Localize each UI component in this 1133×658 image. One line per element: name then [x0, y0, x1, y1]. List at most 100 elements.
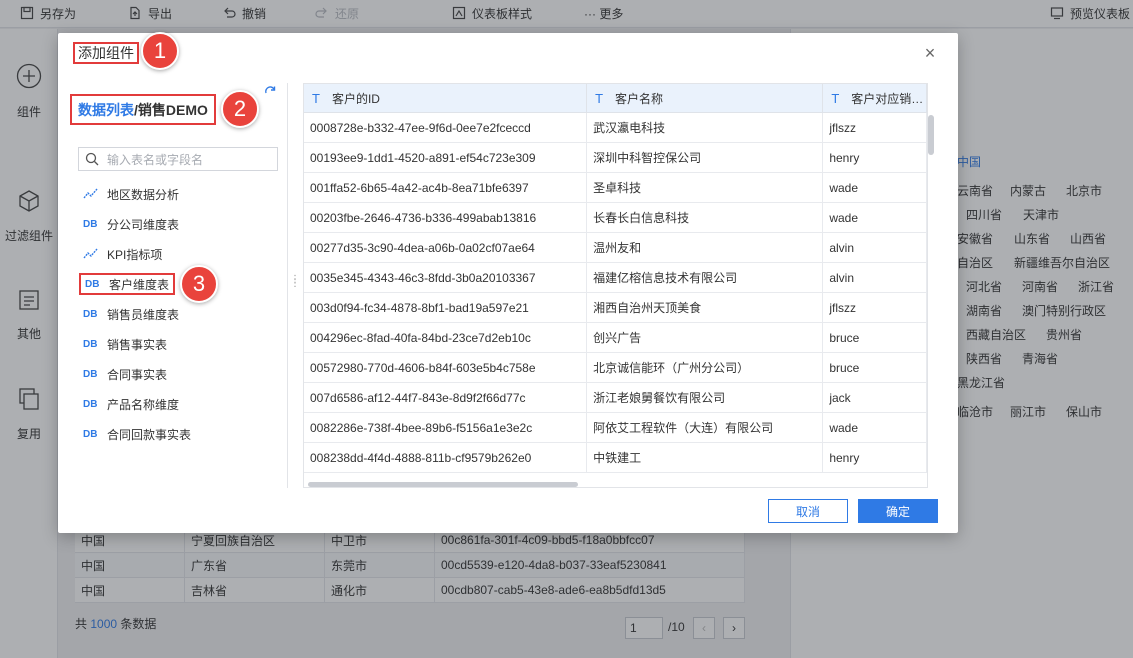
breadcrumb-current: /销售DEMO — [134, 101, 208, 118]
breadcrumb-data-list-link[interactable]: 数据列表 — [78, 100, 134, 120]
dataset-breadcrumb: 数据列表/销售DEMO — [70, 94, 216, 125]
close-icon: × — [924, 42, 936, 63]
table-cell: 00572980-770d-4606-b84f-603e5b4c758e — [304, 353, 588, 382]
table-cell: bruce — [823, 353, 927, 382]
table-row[interactable]: 003d0f94-fc34-4878-8bf1-bad19a597e21 湘西自治… — [304, 293, 927, 323]
text-field-icon: T — [312, 90, 320, 106]
table-row[interactable]: 0082286e-738f-4bee-89b6-f5156a1e3e2c 阿依艾工… — [304, 413, 927, 443]
table-cell: 创兴广告 — [587, 323, 824, 352]
line-chart-icon — [83, 188, 98, 199]
database-table-icon: DB — [83, 368, 98, 380]
step-badge-3: 3 — [180, 265, 218, 303]
database-table-icon: DB — [83, 218, 98, 230]
horizontal-scrollbar[interactable] — [308, 482, 578, 487]
table-cell: 008238dd-4f4d-4888-811b-cf9579b262e0 — [304, 443, 588, 472]
table-cell: 福建亿榕信息技术有限公司 — [587, 263, 824, 292]
tree-item-label: 合同回款事实表 — [107, 427, 192, 442]
table-cell: jack — [823, 383, 927, 412]
table-row[interactable]: 00572980-770d-4606-b84f-603e5b4c758e 北京诚信… — [304, 353, 927, 383]
tree-item-table[interactable]: KPI指标项 — [83, 243, 162, 265]
table-row[interactable]: 00203fbe-2646-4736-b336-499abab13816 长春长白… — [304, 203, 927, 233]
column-header-label: 客户名称 — [615, 91, 664, 106]
table-cell: 中铁建工 — [587, 443, 824, 472]
table-cell: 0035e345-4343-46c3-8fdd-3b0a20103367 — [304, 263, 588, 292]
step-badge-1: 1 — [141, 32, 179, 70]
tree-item-label: 地区数据分析 — [107, 187, 180, 202]
panel-divider — [287, 83, 288, 488]
table-cell: 00277d35-3c90-4dea-a06b-0a02cf07ae64 — [304, 233, 588, 262]
table-cell: 0082286e-738f-4bee-89b6-f5156a1e3e2c — [304, 413, 588, 442]
tree-item-label: 销售员维度表 — [107, 307, 180, 322]
tree-item-table[interactable]: DB 合同事实表 — [83, 363, 167, 385]
column-header[interactable]: T 客户对应销… — [823, 84, 927, 112]
table-cell: alvin — [823, 233, 927, 262]
text-field-icon: T — [595, 90, 604, 106]
tree-item-table[interactable]: DB 分公司维度表 — [83, 213, 179, 235]
search-icon — [85, 152, 99, 166]
tree-item-label: 产品名称维度 — [107, 397, 180, 412]
tree-item-table[interactable]: 地区数据分析 — [83, 183, 179, 205]
table-cell: 0008728e-b332-47ee-9f6d-0ee7e2fceccd — [304, 113, 588, 142]
table-cell: henry — [823, 443, 927, 472]
tree-item-table[interactable]: DB 客户维度表 — [79, 273, 176, 295]
tree-item-label: 合同事实表 — [107, 367, 168, 382]
table-cell: 阿依艾工程软件（大连）有限公司 — [587, 413, 824, 442]
database-table-icon: DB — [83, 428, 98, 440]
tree-item-label: KPI指标项 — [107, 247, 163, 262]
column-header[interactable]: T 客户名称 — [587, 84, 824, 112]
grid-body: 0008728e-b332-47ee-9f6d-0ee7e2fceccd 武汉瀛电… — [304, 113, 927, 473]
table-cell: 武汉瀛电科技 — [587, 113, 824, 142]
table-cell: alvin — [823, 263, 927, 292]
search-placeholder: 输入表名或字段名 — [107, 152, 204, 167]
drag-handle-icon[interactable]: ⋮ ⋮ — [290, 275, 300, 292]
table-row[interactable]: 00277d35-3c90-4dea-a06b-0a02cf07ae64 温州友和… — [304, 233, 927, 263]
table-cell: jflszz — [823, 113, 927, 142]
table-search-input[interactable]: 输入表名或字段名 — [78, 147, 278, 171]
table-cell: bruce — [823, 323, 927, 352]
table-cell: 001ffa52-6b65-4a42-ac4b-8ea71bfe6397 — [304, 173, 588, 202]
table-row[interactable]: 004296ec-8fad-40fa-84bd-23ce7d2eb10c 创兴广告… — [304, 323, 927, 353]
database-table-icon: DB — [83, 398, 98, 410]
table-row[interactable]: 001ffa52-6b65-4a42-ac4b-8ea71bfe6397 圣卓科技… — [304, 173, 927, 203]
table-cell: wade — [823, 203, 927, 232]
close-button[interactable]: × — [920, 43, 940, 63]
table-row[interactable]: 0035e345-4343-46c3-8fdd-3b0a20103367 福建亿榕… — [304, 263, 927, 293]
column-header-label: 客户对应销… — [851, 91, 924, 106]
refresh-icon[interactable] — [263, 84, 277, 98]
tree-item-label: 分公司维度表 — [107, 217, 180, 232]
cancel-button[interactable]: 取消 — [768, 499, 848, 523]
database-table-icon: DB — [83, 338, 98, 350]
column-header[interactable]: T 客户的ID — [304, 84, 588, 112]
text-field-icon: T — [831, 90, 840, 106]
table-cell: 长春长白信息科技 — [587, 203, 824, 232]
vertical-scrollbar[interactable] — [928, 115, 934, 155]
table-cell: 00193ee9-1dd1-4520-a891-ef54c723e309 — [304, 143, 588, 172]
table-cell: 007d6586-af12-44f7-843e-8d9f2f66d77c — [304, 383, 588, 412]
tree-item-table[interactable]: DB 产品名称维度 — [83, 393, 179, 415]
data-preview-grid: T 客户的ID T 客户名称 T 客户对应销… 0008728e-b332-47ee-… — [303, 83, 928, 488]
step-badge-2: 2 — [221, 90, 259, 128]
column-header-label: 客户的ID — [331, 91, 380, 106]
table-cell: henry — [823, 143, 927, 172]
table-cell: 003d0f94-fc34-4878-8bf1-bad19a597e21 — [304, 293, 588, 322]
table-cell: 北京诚信能环（广州分公司） — [587, 353, 824, 382]
table-cell: 00203fbe-2646-4736-b336-499abab13816 — [304, 203, 588, 232]
table-cell: 004296ec-8fad-40fa-84bd-23ce7d2eb10c — [304, 323, 588, 352]
table-row[interactable]: 007d6586-af12-44f7-843e-8d9f2f66d77c 浙江老娘… — [304, 383, 927, 413]
tree-item-label: 客户维度表 — [109, 277, 170, 292]
tree-item-table[interactable]: DB 销售事实表 — [83, 333, 167, 355]
line-chart-icon — [83, 248, 98, 259]
table-cell: 温州友和 — [587, 233, 824, 262]
dialog-title: 添加组件 — [73, 42, 139, 64]
table-cell: 圣卓科技 — [587, 173, 824, 202]
table-cell: jflszz — [823, 293, 927, 322]
table-cell: 湘西自治州天顶美食 — [587, 293, 824, 322]
confirm-button[interactable]: 确定 — [858, 499, 938, 523]
table-row[interactable]: 00193ee9-1dd1-4520-a891-ef54c723e309 深圳中科… — [304, 143, 927, 173]
table-cell: 浙江老娘舅餐饮有限公司 — [587, 383, 824, 412]
tree-item-table[interactable]: DB 销售员维度表 — [83, 303, 179, 325]
table-row[interactable]: 0008728e-b332-47ee-9f6d-0ee7e2fceccd 武汉瀛电… — [304, 113, 927, 143]
tree-item-table[interactable]: DB 合同回款事实表 — [83, 423, 191, 445]
table-row[interactable]: 008238dd-4f4d-4888-811b-cf9579b262e0 中铁建工… — [304, 443, 927, 473]
table-cell: 深圳中科智控保公司 — [587, 143, 824, 172]
